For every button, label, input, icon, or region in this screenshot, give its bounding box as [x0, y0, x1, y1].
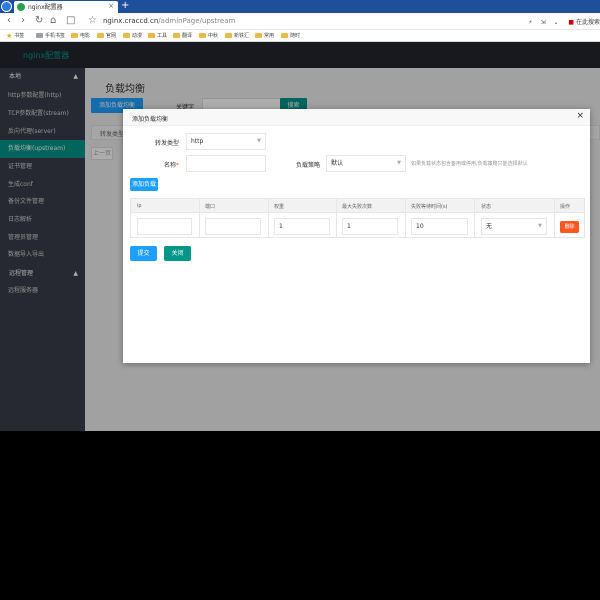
- search-box[interactable]: ⚡ ⇲ ⌄ ■ 在此搜索: [528, 17, 600, 26]
- folder-icon: [281, 33, 288, 38]
- folder-icon: [71, 33, 78, 38]
- max-fails-input[interactable]: 1: [342, 218, 398, 235]
- chevron-down-icon: ▼: [257, 138, 261, 144]
- column-fail-timeout: 失败等待时间(s): [411, 204, 448, 210]
- divider: [199, 199, 200, 237]
- close-button[interactable]: 关闭: [164, 246, 191, 261]
- forward-type-label: 转发类型: [154, 140, 179, 147]
- folder-icon: [148, 33, 155, 38]
- chevron-down-icon: ▼: [538, 223, 542, 229]
- close-icon[interactable]: ×: [576, 111, 584, 121]
- column-status: 状态: [481, 204, 492, 210]
- delete-row-button[interactable]: 删除: [560, 221, 579, 233]
- divider: [268, 199, 269, 237]
- name-input[interactable]: [186, 155, 266, 172]
- address-bar[interactable]: nginx.craccd.cn/adminPage/upstream: [103, 17, 235, 25]
- share-icon[interactable]: ⇲: [540, 19, 545, 26]
- bookmark-item[interactable]: 电影: [71, 32, 90, 40]
- bookmark-item[interactable]: 新铁汇: [225, 32, 249, 40]
- folder-icon: [173, 33, 180, 38]
- strategy-select[interactable]: 默认 ▼: [326, 155, 406, 172]
- folder-icon: [36, 33, 43, 38]
- dialog-header: 添加负载均衡 ×: [123, 109, 590, 126]
- divider: [405, 199, 406, 237]
- folder-icon: [225, 33, 232, 38]
- column-weight: 权重: [274, 204, 285, 210]
- folder-icon: [199, 33, 206, 38]
- tab-title: nginx配置器: [28, 4, 63, 11]
- browser-logo-icon[interactable]: [1, 1, 12, 12]
- name-label: 名称*: [163, 162, 179, 169]
- folder-icon: [255, 33, 262, 38]
- add-load-button[interactable]: 添加负载: [130, 178, 158, 191]
- ip-input[interactable]: [137, 218, 192, 235]
- screen: nginx配置器 × + ‹ › ↻ ⌂ □ ☆ nginx.craccd.cn…: [0, 0, 600, 431]
- column-port: 端口: [205, 204, 216, 210]
- search-placeholder: 在此搜索: [575, 19, 600, 26]
- bookmark-star-icon[interactable]: ☆: [88, 15, 97, 27]
- bookmark-item[interactable]: 动漫: [123, 32, 142, 40]
- add-upstream-dialog: 添加负载均衡 × 转发类型 http ▼ 名称* 负载策略 默认 ▼ 如果负载状…: [123, 109, 590, 363]
- fail-timeout-input[interactable]: 10: [411, 218, 468, 235]
- bookmark-item[interactable]: 手机书签: [36, 32, 65, 40]
- new-tab-button[interactable]: +: [121, 0, 129, 12]
- divider: [474, 199, 475, 237]
- bookmark-item[interactable]: 随时: [281, 32, 300, 40]
- star-icon: ★: [6, 32, 13, 40]
- reader-icon[interactable]: □: [66, 15, 75, 27]
- divider: [554, 199, 555, 237]
- bookmark-item[interactable]: 常用: [255, 32, 274, 40]
- strategy-hint: 如果负载状态包含备用或停用,负载策略只能选择默认: [411, 161, 528, 167]
- column-max-fails: 最大失败次数: [342, 204, 373, 210]
- column-ip: ip: [137, 203, 142, 209]
- bookmark-item[interactable]: 工具: [148, 32, 167, 40]
- port-input[interactable]: [205, 218, 261, 235]
- ext-icon[interactable]: ⚡: [528, 19, 532, 26]
- bookmark-item[interactable]: 翻译: [173, 32, 192, 40]
- dialog-title: 添加负载均衡: [132, 116, 169, 123]
- strategy-label: 负载策略: [295, 162, 320, 169]
- status-select[interactable]: 无 ▼: [481, 218, 547, 235]
- bookmark-item[interactable]: 中秋: [199, 32, 218, 40]
- browser-nav-bar: ‹ › ↻ ⌂ □ ☆ nginx.craccd.cn/adminPage/up…: [0, 13, 600, 30]
- back-icon[interactable]: ‹: [7, 15, 11, 27]
- browser-tab[interactable]: nginx配置器 ×: [14, 1, 118, 13]
- required-mark: *: [176, 162, 179, 169]
- chevron-down-icon: ▼: [397, 160, 401, 166]
- forward-type-select[interactable]: http ▼: [186, 133, 266, 150]
- divider: [336, 199, 337, 237]
- forward-icon[interactable]: ›: [21, 15, 25, 27]
- column-action: 操作: [560, 204, 571, 210]
- submit-button[interactable]: 提交: [130, 246, 157, 261]
- bookmark-item[interactable]: 官网: [97, 32, 116, 40]
- url-host: nginx.craccd.cn: [103, 17, 159, 25]
- bookmark-item[interactable]: ★ 书签: [6, 32, 24, 40]
- folder-icon: [123, 33, 130, 38]
- menu-icon[interactable]: ⌄: [553, 19, 558, 26]
- url-path: /adminPage/upstream: [158, 17, 236, 25]
- bookmarks-bar: ★ 书签 手机书签 电影 官网 动漫 工具 翻译 中秋 新铁汇 常用 随时: [0, 30, 600, 42]
- status-value: 无: [486, 223, 493, 230]
- strategy-value: 默认: [331, 160, 344, 167]
- weight-input[interactable]: 1: [274, 218, 330, 235]
- search-engine-icon: ■: [568, 19, 575, 26]
- forward-type-value: http: [191, 138, 204, 145]
- folder-icon: [97, 33, 104, 38]
- load-table: ip 端口 权重 最大失败次数 失败等待时间(s) 状态 操作 1 1 10 无…: [130, 198, 585, 238]
- tab-favicon-icon: [17, 3, 25, 11]
- home-icon[interactable]: ⌂: [50, 15, 56, 27]
- browser-tab-bar: nginx配置器 × +: [0, 0, 600, 13]
- reload-icon[interactable]: ↻: [35, 15, 43, 27]
- tab-close-icon[interactable]: ×: [108, 2, 114, 10]
